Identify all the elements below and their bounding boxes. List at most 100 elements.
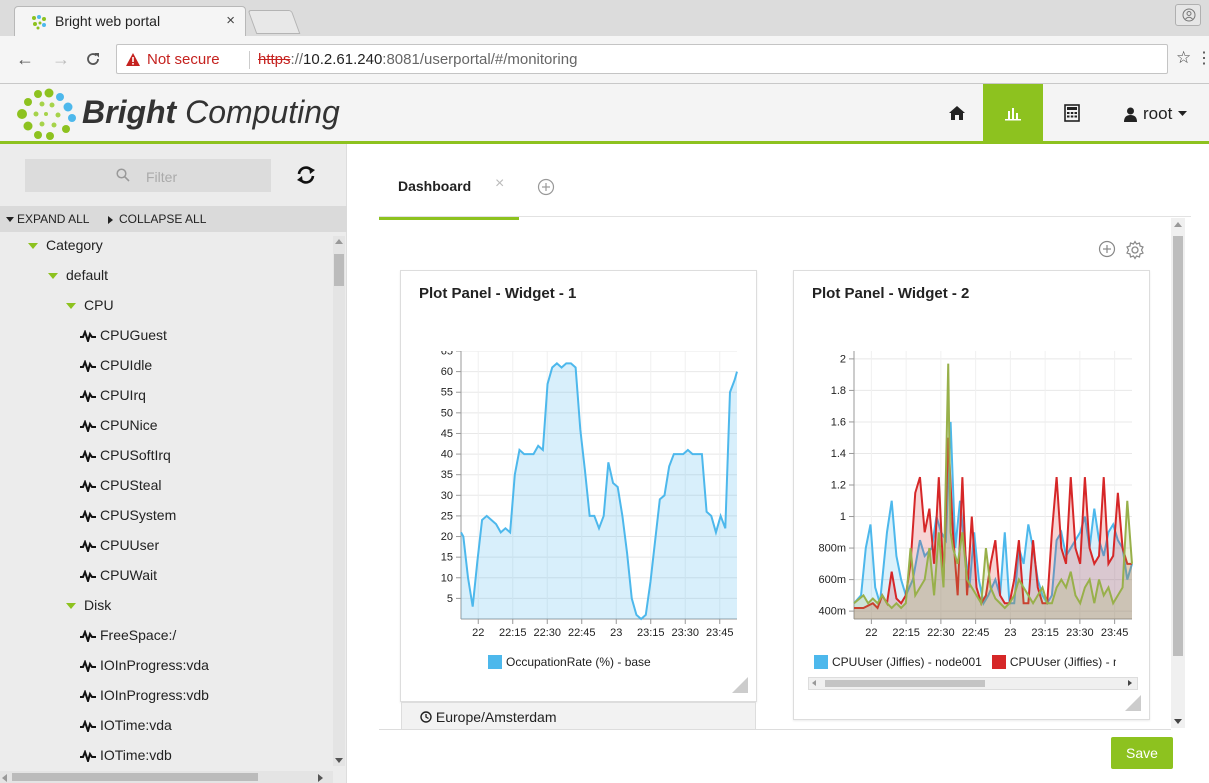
caret-down-icon[interactable]	[48, 273, 58, 280]
tree-item-label: IOTime:vda	[100, 717, 172, 733]
browser-menu-icon[interactable]: ⋮	[1196, 48, 1209, 68]
tree-item-label: Disk	[84, 597, 112, 613]
home-button[interactable]	[927, 84, 987, 141]
footer-divider	[379, 729, 1171, 730]
brand-light: Computing	[176, 94, 340, 130]
caret-down-icon[interactable]	[66, 603, 76, 610]
add-tab-icon[interactable]	[537, 178, 555, 196]
y-tick-label: 20	[441, 531, 453, 543]
forward-arrow-icon[interactable]: →	[52, 50, 70, 68]
omnibox-divider	[249, 51, 250, 69]
tree-item-label: CPUSoftIrq	[100, 447, 171, 463]
add-widget-icon[interactable]	[1098, 240, 1116, 258]
metric-tree: Category default CPU CPUGuest CPUIdle CPUIrq C…	[0, 236, 332, 766]
tree-folder[interactable]: default	[48, 260, 108, 290]
pulse-icon	[80, 720, 96, 733]
not-secure-label[interactable]: Not secure	[147, 51, 220, 68]
tree-item-label: CPUSteal	[100, 477, 162, 493]
scroll-down-icon[interactable]	[1174, 719, 1182, 724]
user-menu[interactable]: root	[1124, 104, 1188, 124]
address-bar[interactable]: Not secure https://10.2.61.240:8081/user…	[116, 44, 1168, 74]
tree-metric[interactable]: CPUUser	[80, 530, 159, 560]
resize-handle[interactable]	[732, 677, 748, 693]
sidebar-horizontal-scrollbar[interactable]	[0, 771, 333, 783]
pulse-icon	[80, 540, 96, 553]
x-tick-label: 22	[865, 627, 877, 639]
main-vertical-scrollbar[interactable]	[1171, 218, 1185, 728]
tree-metric[interactable]: IOTime:vda	[80, 710, 172, 740]
scroll-right-icon[interactable]	[318, 774, 323, 782]
expand-all-button[interactable]: EXPAND ALL	[6, 212, 89, 226]
scroll-left-icon[interactable]	[2, 774, 7, 782]
tree-metric[interactable]: CPUSystem	[80, 500, 176, 530]
caret-down-icon[interactable]	[28, 243, 38, 250]
back-arrow-icon[interactable]: ←	[16, 50, 34, 68]
widget-1-chart[interactable]: 5 10 15 20 25 30 35 40 45 50 55 60 65 22 22:15 22:30 22:…	[401, 351, 758, 651]
widget-1-footer: Europe/Amsterdam	[401, 702, 756, 730]
reload-icon[interactable]	[84, 50, 102, 68]
scroll-right-icon[interactable]	[1128, 680, 1132, 686]
legend-label: OccupationRate (%) - base	[506, 655, 651, 669]
tree-folder[interactable]: Disk	[66, 590, 111, 620]
tree-metric[interactable]: CPUGuest	[80, 320, 167, 350]
close-tab-icon[interactable]: ×	[226, 12, 235, 29]
x-tick-label: 22:15	[499, 627, 527, 639]
tree-metric[interactable]: IOInProgress:vdb	[80, 680, 209, 710]
scroll-down-icon[interactable]	[335, 758, 343, 763]
pulse-icon	[80, 570, 96, 583]
tree-folder[interactable]: CPU	[66, 290, 114, 320]
scroll-thumb[interactable]	[1173, 236, 1183, 656]
refresh-icon[interactable]	[295, 164, 317, 186]
save-button[interactable]: Save	[1111, 737, 1173, 769]
x-tick-label: 23	[610, 627, 622, 639]
tree-metric[interactable]: CPUNice	[80, 410, 158, 440]
tree-item-label: CPUIdle	[100, 357, 153, 373]
scroll-up-icon[interactable]	[335, 239, 343, 244]
scroll-thumb[interactable]	[12, 773, 258, 781]
monitoring-button[interactable]	[983, 84, 1043, 141]
scroll-left-icon[interactable]	[812, 680, 816, 686]
browser-tab[interactable]: Bright web portal ×	[14, 6, 246, 36]
bookmark-star-icon[interactable]: ☆	[1176, 48, 1191, 68]
legend-scrollbar[interactable]	[808, 677, 1138, 690]
resize-handle[interactable]	[1125, 695, 1141, 711]
tree-item-label: CPUUser	[100, 537, 160, 553]
legend-label: CPUUser (Jiffies) - node001	[832, 655, 982, 669]
scroll-up-icon[interactable]	[1174, 222, 1182, 227]
close-tab-icon[interactable]: ×	[495, 175, 504, 193]
url-text[interactable]: https://10.2.61.240:8081/userportal/#/mo…	[258, 51, 577, 68]
x-tick-label: 22:45	[962, 627, 990, 639]
widget-2-chart[interactable]: 400m600m800m11.21.41.61.8222 22:15 22:30 22…	[794, 351, 1151, 651]
widget-2-legend[interactable]: CPUUser (Jiffies) - node001 CPUUser (Jif…	[814, 655, 1116, 669]
tree-metric[interactable]: CPUSteal	[80, 470, 161, 500]
tab-dashboard[interactable]: Dashboard ×	[379, 156, 519, 220]
tree-item-label: default	[66, 267, 109, 283]
tree-metric[interactable]: IOInProgress:vda	[80, 650, 209, 680]
y-tick-label: 25	[441, 510, 453, 522]
tree-metric[interactable]: IOTime:vdb	[80, 740, 172, 766]
url-separator: ://	[290, 51, 304, 68]
profile-button[interactable]	[1175, 4, 1201, 26]
collapse-all-button[interactable]: COLLAPSE ALL	[108, 212, 206, 226]
tree-metric[interactable]: CPUWait	[80, 560, 157, 590]
scroll-thumb[interactable]	[825, 680, 985, 687]
timezone-label: Europe/Amsterdam	[435, 709, 557, 725]
settings-gear-icon[interactable]	[1125, 240, 1145, 260]
tree-folder[interactable]: Category	[28, 236, 103, 260]
main-content: Dashboard × Plot Panel - Widget - 1 5 10 1…	[347, 144, 1209, 783]
y-tick-label: 1.4	[831, 448, 846, 460]
tree-item-label: CPUNice	[100, 417, 158, 433]
scroll-thumb[interactable]	[334, 254, 344, 286]
widget-2-title: Plot Panel - Widget - 2	[812, 285, 970, 302]
caret-down-icon[interactable]	[66, 303, 76, 310]
tree-item-label: CPU	[84, 297, 114, 313]
tree-metric[interactable]: CPUIrq	[80, 380, 146, 410]
tree-metric[interactable]: FreeSpace:/	[80, 620, 176, 650]
calculator-button[interactable]	[1042, 84, 1102, 141]
y-tick-label: 600m	[818, 574, 846, 586]
new-tab-button[interactable]	[247, 10, 301, 34]
sidebar-vertical-scrollbar[interactable]	[333, 236, 345, 766]
tree-metric[interactable]: CPUIdle	[80, 350, 152, 380]
widget-1-legend[interactable]: OccupationRate (%) - base	[488, 655, 651, 669]
tree-metric[interactable]: CPUSoftIrq	[80, 440, 171, 470]
